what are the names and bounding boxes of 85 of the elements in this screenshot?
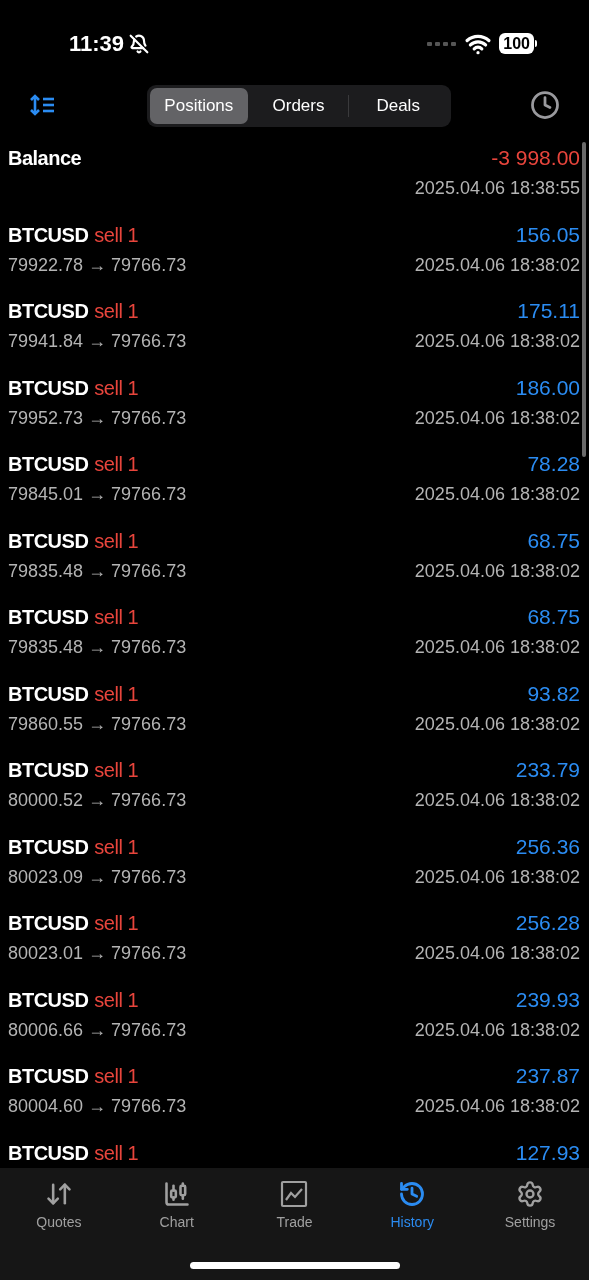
trade-side: sell 1 — [94, 834, 139, 860]
trade-side: sell 1 — [94, 1140, 139, 1166]
tab-bar-item[interactable]: Trade — [235, 1168, 354, 1248]
row-title: BTCUSD — [8, 911, 89, 936]
price-change: 80023.09 → 79766.73 — [8, 865, 187, 889]
sort-icon[interactable] — [29, 94, 55, 116]
timestamp: 2025.04.06 18:38:02 — [414, 253, 580, 277]
trade-side: sell 1 — [94, 605, 139, 630]
history-icon — [398, 1180, 427, 1208]
timestamp: 2025.04.06 18:38:02 — [414, 1018, 580, 1042]
row-title: BTCUSD — [8, 375, 89, 401]
timestamp: 2025.04.06 18:38:55 — [414, 177, 580, 200]
row-title: BTCUSD — [8, 452, 89, 477]
profit-amount: 156.05 — [515, 221, 580, 248]
signal-icon — [427, 40, 458, 47]
status-time: 11:39 — [69, 30, 125, 58]
trade-side: sell 1 — [94, 222, 139, 248]
line-chart-icon — [280, 1180, 309, 1208]
profit-amount: -3 998.00 — [491, 145, 580, 172]
profit-amount: 127.93 — [515, 1139, 580, 1166]
price-change: 79860.55 → 79766.73 — [8, 712, 187, 736]
price-change: 80023.01 → 79766.73 — [8, 942, 187, 965]
price-change: 79952.73 → 79766.73 — [8, 406, 187, 430]
row-title: BTCUSD — [8, 222, 89, 248]
profit-amount: 256.28 — [515, 910, 580, 937]
tab-bar-item[interactable]: Quotes — [0, 1168, 118, 1248]
segment-tab[interactable]: Orders — [249, 88, 348, 124]
trade-side: sell 1 — [94, 987, 139, 1013]
trade-side: sell 1 — [94, 681, 139, 707]
timestamp: 2025.04.06 18:38:02 — [414, 636, 580, 659]
up-down-arrows-icon — [44, 1180, 73, 1208]
trade-side: sell 1 — [94, 375, 139, 401]
profit-amount: 237.87 — [515, 1063, 580, 1090]
muted-bell-icon — [129, 33, 150, 54]
profit-amount: 175.11 — [517, 298, 580, 325]
row-title: BTCUSD — [8, 1140, 89, 1166]
timestamp: 2025.04.06 18:38:02 — [414, 865, 580, 889]
candlestick-icon — [162, 1180, 191, 1208]
price-change: 80004.60 → 79766.73 — [8, 1095, 187, 1118]
tab-bar-item[interactable]: History — [353, 1168, 472, 1248]
trade-side: sell 1 — [94, 299, 139, 324]
profit-amount: 256.36 — [515, 833, 580, 860]
segment-tab[interactable]: Deals — [348, 88, 448, 124]
price-change: 80006.66 → 79766.73 — [8, 1018, 187, 1042]
row-title: BTCUSD — [8, 299, 89, 324]
profit-amount: 78.28 — [527, 451, 580, 478]
tab-bar-item[interactable]: Settings — [471, 1168, 589, 1248]
trade-side: sell 1 — [94, 911, 139, 936]
settings-icon — [516, 1180, 545, 1208]
profit-amount: 233.79 — [515, 757, 580, 784]
price-change: 79845.01 → 79766.73 — [8, 483, 187, 506]
trade-side: sell 1 — [94, 1064, 139, 1089]
segment-tab[interactable]: Positions — [149, 88, 249, 124]
row-title: BTCUSD — [8, 605, 89, 630]
price-change: 79941.84 → 79766.73 — [8, 330, 187, 353]
profit-amount: 68.75 — [527, 604, 580, 631]
row-title: BTCUSD — [8, 758, 89, 783]
row-title: BTCUSD — [8, 987, 89, 1013]
price-change: 79835.48 → 79766.73 — [8, 636, 187, 659]
price-change: 80000.52 → 79766.73 — [8, 789, 187, 812]
price-change: 79835.48 → 79766.73 — [8, 559, 187, 583]
timestamp: 2025.04.06 18:38:02 — [414, 559, 580, 583]
timestamp: 2025.04.06 18:38:02 — [414, 712, 580, 736]
timestamp: 2025.04.06 18:38:02 — [414, 1095, 580, 1118]
price-change: 79922.78 → 79766.73 — [8, 253, 187, 277]
trade-side: sell 1 — [94, 528, 139, 554]
tab-bar-item[interactable]: Chart — [117, 1168, 236, 1248]
history-clock-icon[interactable] — [530, 90, 560, 120]
row-title: BTCUSD — [8, 834, 89, 860]
row-title: Balance — [8, 146, 82, 171]
row-title: BTCUSD — [8, 528, 89, 554]
timestamp: 2025.04.06 18:38:02 — [414, 330, 580, 353]
profit-amount: 68.75 — [527, 527, 580, 554]
trade-side: sell 1 — [94, 452, 139, 477]
timestamp: 2025.04.06 18:38:02 — [414, 406, 580, 430]
trade-side: sell 1 — [94, 758, 139, 783]
profit-amount: 93.82 — [527, 680, 580, 707]
battery-level: 100 — [499, 33, 534, 54]
timestamp: 2025.04.06 18:38:02 — [414, 789, 580, 812]
profit-amount: 239.93 — [515, 986, 580, 1013]
row-title: BTCUSD — [8, 1064, 89, 1089]
timestamp: 2025.04.06 18:38:02 — [414, 942, 580, 965]
row-title: BTCUSD — [8, 681, 89, 707]
profit-amount: 186.00 — [515, 374, 580, 401]
timestamp: 2025.04.06 18:38:02 — [414, 483, 580, 506]
